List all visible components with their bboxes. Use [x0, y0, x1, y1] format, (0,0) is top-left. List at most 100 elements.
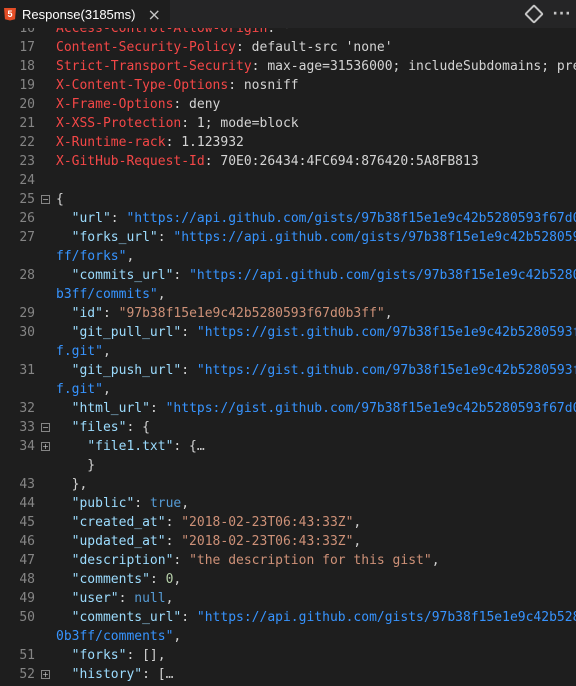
code-text: "history": […: [71, 667, 174, 682]
code-text: "git_pull_url": "https://gist.github.com…: [71, 325, 576, 340]
line-number: 52: [19, 667, 35, 682]
more-actions-icon[interactable]: ···: [548, 0, 576, 28]
code-line: 23 X-GitHub-Request-Id: 70E0:26434:4FC694…: [0, 152, 576, 171]
line-number: 44: [19, 496, 35, 511]
line-number: 17: [19, 40, 35, 55]
code-text: "updated_at": "2018-02-23T06:43:33Z",: [71, 534, 362, 549]
code-line: 33− "files": {: [0, 418, 576, 437]
code-line: 22 X-Runtime-rack: 1.123932: [0, 133, 576, 152]
tab-title: Response(3185ms): [22, 6, 136, 22]
code-lines: 16 Access-Control-Allow-Origin: * 17 Conten…: [0, 28, 576, 686]
line-number: 30: [19, 325, 35, 340]
line-number: 23: [19, 154, 35, 169]
response-editor[interactable]: 16 Access-Control-Allow-Origin: * 17 Conten…: [0, 28, 576, 686]
expand-fold-icon[interactable]: +: [41, 442, 50, 451]
line-number: 19: [19, 78, 35, 93]
code-line: 44 "public": true,: [0, 494, 576, 513]
code-line: }: [0, 456, 576, 475]
line-number: 51: [19, 648, 35, 663]
code-text: "user": null,: [71, 591, 174, 606]
code-text: X-GitHub-Request-Id: 70E0:26434:4FC694:8…: [56, 154, 479, 169]
code-text: Strict-Transport-Security: max-age=31536…: [56, 59, 576, 74]
line-number: 49: [19, 591, 35, 606]
code-line: 48 "comments": 0,: [0, 570, 576, 589]
code-line: 28 "commits_url": "https://api.github.co…: [0, 266, 576, 285]
code-line: f.git",: [0, 342, 576, 361]
line-number: 16: [19, 28, 35, 36]
line-number: 25: [19, 192, 35, 207]
code-line: 25−{: [0, 190, 576, 209]
code-text: "url": "https://api.github.com/gists/97b…: [71, 211, 576, 226]
code-text: "file1.txt": {…: [87, 439, 205, 454]
collapse-fold-icon[interactable]: −: [41, 195, 50, 204]
code-text: "git_push_url": "https://gist.github.com…: [71, 363, 576, 378]
line-number: 27: [19, 230, 35, 245]
line-number: 33: [19, 420, 35, 435]
line-number: 26: [19, 211, 35, 226]
code-line: 51 "forks": [],: [0, 646, 576, 665]
code-text: "id": "97b38f15e1e9c42b5280593f67d0b3ff"…: [71, 306, 393, 321]
code-line: 49 "user": null,: [0, 589, 576, 608]
line-number: 24: [19, 173, 35, 188]
code-text: },: [56, 477, 88, 492]
line-number: 47: [19, 553, 35, 568]
code-text: f.git",: [56, 344, 111, 359]
code-line: 17 Content-Security-Policy: default-src '…: [0, 38, 576, 57]
code-line: 19 X-Content-Type-Options: nosniff: [0, 76, 576, 95]
collapse-fold-icon[interactable]: −: [41, 423, 50, 432]
code-line: 27 "forks_url": "https://api.github.com/…: [0, 228, 576, 247]
code-text: "comments": 0,: [71, 572, 182, 587]
line-number: 29: [19, 306, 35, 321]
code-text: "description": "the description for this…: [71, 553, 440, 568]
line-number: 32: [19, 401, 35, 416]
line-number: 31: [19, 363, 35, 378]
code-line: 0b3ff/comments",: [0, 627, 576, 646]
code-line: 32 "html_url": "https://gist.github.com/…: [0, 399, 576, 418]
code-text: "comments_url": "https://api.github.com/…: [71, 610, 576, 625]
line-number: 48: [19, 572, 35, 587]
html5-icon: 5: [4, 7, 16, 21]
git-compare-icon[interactable]: [520, 0, 548, 28]
code-text: ff/forks",: [56, 249, 135, 264]
code-line: 34 + "file1.txt": {…: [0, 437, 576, 456]
code-line: 43 },: [0, 475, 576, 494]
code-text: Content-Security-Policy: default-src 'no…: [56, 40, 393, 55]
code-line: 26 "url": "https://api.github.com/gists/…: [0, 209, 576, 228]
close-icon[interactable]: ×: [147, 5, 160, 24]
code-line: f.git",: [0, 380, 576, 399]
code-text: {: [56, 192, 64, 207]
tab-response[interactable]: 5 Response(3185ms) ×: [0, 0, 170, 28]
code-line: 45 "created_at": "2018-02-23T06:43:33Z",: [0, 513, 576, 532]
code-text: "html_url": "https://gist.github.com/97b…: [71, 401, 576, 416]
code-text: f.git",: [56, 382, 111, 397]
line-number: 34: [19, 439, 35, 454]
line-number: 45: [19, 515, 35, 530]
code-text: X-XSS-Protection: 1; mode=block: [56, 116, 299, 131]
code-line: 47 "description": "the description for t…: [0, 551, 576, 570]
code-text: b3ff/commits",: [56, 287, 166, 302]
line-number: 50: [19, 610, 35, 625]
code-line: ff/forks",: [0, 247, 576, 266]
code-text: X-Frame-Options: deny: [56, 97, 221, 112]
expand-fold-icon[interactable]: +: [41, 670, 50, 679]
code-text: "commits_url": "https://api.github.com/g…: [71, 268, 576, 283]
code-line: 31 "git_push_url": "https://gist.github.…: [0, 361, 576, 380]
code-text: Access-Control-Allow-Origin: *: [56, 28, 291, 36]
code-text: "created_at": "2018-02-23T06:43:33Z",: [71, 515, 362, 530]
code-line: 16 Access-Control-Allow-Origin: *: [0, 28, 576, 38]
code-line: 30 "git_pull_url": "https://gist.github.…: [0, 323, 576, 342]
code-line: b3ff/commits",: [0, 285, 576, 304]
code-line: 50 "comments_url": "https://api.github.c…: [0, 608, 576, 627]
line-number: 46: [19, 534, 35, 549]
code-line: 52 + "history": […: [0, 665, 576, 684]
code-text: X-Content-Type-Options: nosniff: [56, 78, 299, 93]
code-line: 20 X-Frame-Options: deny: [0, 95, 576, 114]
code-text: "forks": [],: [71, 648, 166, 663]
code-line: 24: [0, 171, 576, 190]
code-text: }: [56, 458, 96, 473]
code-line: 46 "updated_at": "2018-02-23T06:43:33Z",: [0, 532, 576, 551]
line-number: 43: [19, 477, 35, 492]
code-text: "forks_url": "https://api.github.com/gis…: [71, 230, 576, 245]
line-number: 22: [19, 135, 35, 150]
code-text: "files": {: [71, 420, 150, 435]
